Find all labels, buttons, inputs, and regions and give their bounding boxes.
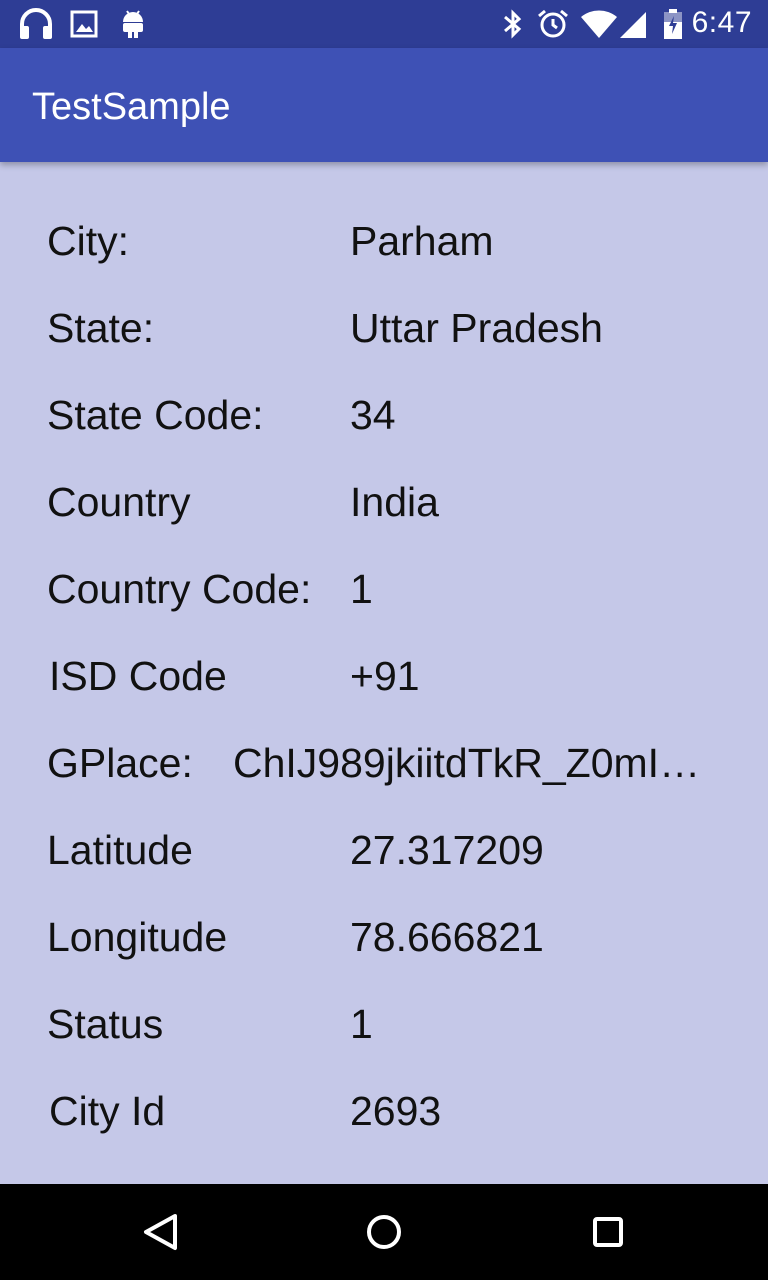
- city-id-value: 2693: [350, 1088, 442, 1134]
- city-label: City:: [47, 218, 129, 264]
- country-code-label: Country Code:: [47, 566, 312, 612]
- signal-icon: [618, 8, 648, 40]
- row-status: Status 1: [0, 1001, 768, 1061]
- gplace-value: ChIJ989jkiitdTkR_Z0mI…: [233, 740, 701, 786]
- back-icon[interactable]: [126, 1198, 194, 1266]
- row-city-id: City Id 2693: [0, 1088, 768, 1148]
- wifi-icon: [580, 8, 618, 40]
- headphones-icon: [18, 8, 54, 40]
- latitude-value: 27.317209: [350, 827, 544, 873]
- bluetooth-icon: [500, 8, 526, 40]
- row-state: State: Uttar Pradesh: [0, 305, 768, 365]
- row-country-code: Country Code: 1: [0, 566, 768, 626]
- gplace-label: GPlace:: [47, 740, 193, 786]
- row-state-code: State Code: 34: [0, 392, 768, 452]
- row-isd-code: ISD Code +91: [0, 653, 768, 713]
- status-label: Status: [47, 1001, 164, 1047]
- state-code-label: State Code:: [47, 392, 264, 438]
- battery-icon: [662, 8, 684, 40]
- latitude-label: Latitude: [47, 827, 193, 873]
- details-list: City: Parham State: Uttar Pradesh State …: [0, 162, 768, 1184]
- isd-code-value: +91: [350, 653, 420, 699]
- state-label: State:: [47, 305, 155, 351]
- row-longitude: Longitude 78.666821: [0, 914, 768, 974]
- country-value: India: [350, 479, 439, 525]
- image-icon: [70, 8, 98, 40]
- country-code-value: 1: [350, 566, 373, 612]
- recents-icon[interactable]: [574, 1198, 642, 1266]
- longitude-label: Longitude: [47, 914, 228, 960]
- android-icon: [118, 8, 148, 40]
- row-city: City: Parham: [0, 218, 768, 278]
- alarm-icon: [536, 8, 570, 40]
- status-value: 1: [350, 1001, 373, 1047]
- state-value: Uttar Pradesh: [350, 305, 603, 351]
- status-bar: 6:47: [0, 0, 768, 48]
- longitude-value: 78.666821: [350, 914, 544, 960]
- navigation-bar: [0, 1184, 768, 1280]
- app-title: TestSample: [32, 86, 231, 128]
- status-time: 6:47: [691, 6, 752, 39]
- city-id-label: City Id: [49, 1088, 166, 1134]
- row-latitude: Latitude 27.317209: [0, 827, 768, 887]
- row-country: Country India: [0, 479, 768, 539]
- app-bar: TestSample: [0, 48, 768, 162]
- city-value: Parham: [350, 218, 494, 264]
- home-icon[interactable]: [350, 1198, 418, 1266]
- country-label: Country: [47, 479, 191, 525]
- state-code-value: 34: [350, 392, 396, 438]
- isd-code-label: ISD Code: [49, 653, 227, 699]
- row-gplace: GPlace: ChIJ989jkiitdTkR_Z0mI…: [0, 740, 768, 800]
